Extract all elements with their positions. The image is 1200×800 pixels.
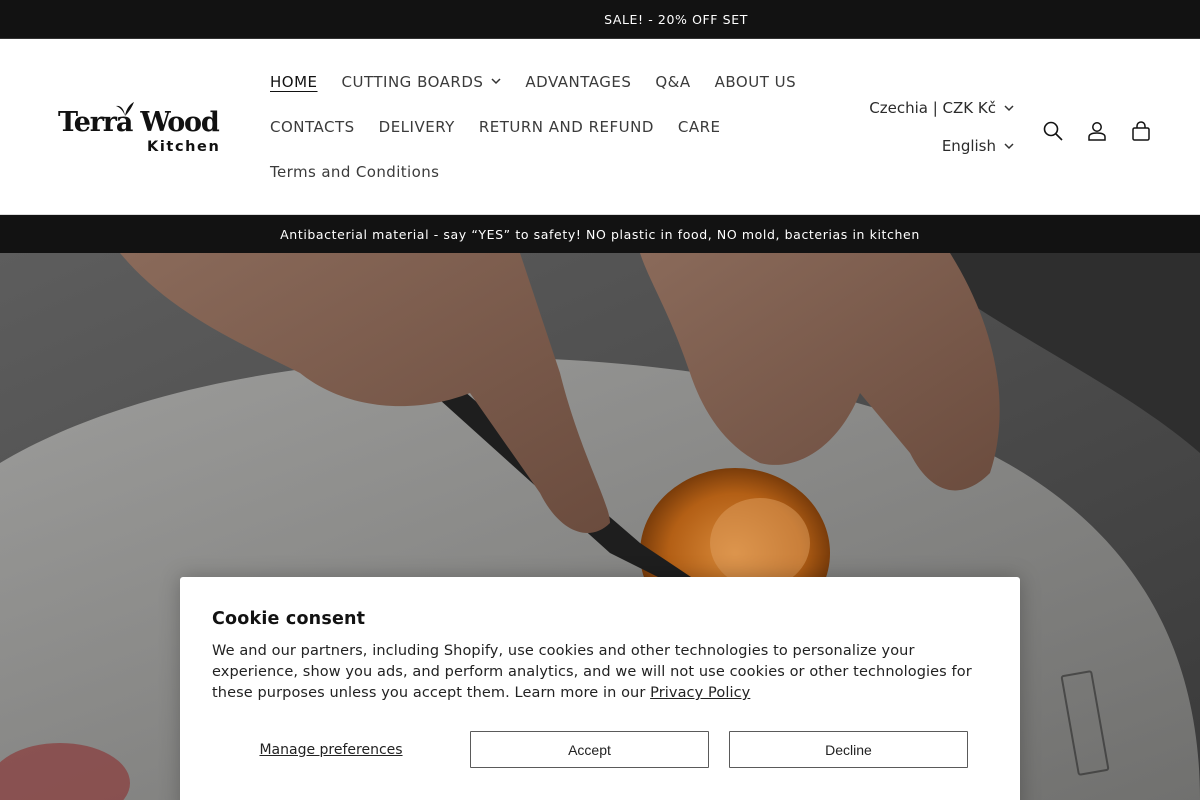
privacy-policy-link[interactable]: Privacy Policy (650, 685, 750, 701)
header-icons (1040, 121, 1154, 186)
main-navigation: HOME CUTTING BOARDS ADVANTAGES Q&A ABOUT… (258, 59, 796, 194)
logo-subtitle: Kitchen (147, 139, 221, 155)
logo-name: Terra Wood (58, 107, 220, 138)
nav-care[interactable]: CARE (666, 118, 733, 136)
decline-button[interactable]: Decline (729, 731, 968, 768)
nav-terms[interactable]: Terms and Conditions (258, 163, 451, 181)
nav-qa-label: Q&A (655, 72, 691, 91)
account-icon (1088, 122, 1106, 141)
nav-about-us[interactable]: ABOUT US (703, 73, 809, 91)
nav-advantages-label: ADVANTAGES (525, 72, 632, 91)
nav-contacts-label: CONTACTS (270, 117, 355, 136)
nav-delivery-label: DELIVERY (378, 117, 455, 136)
announcement-text: SALE! - 20% OFF SET (604, 11, 748, 27)
nav-about-us-label: ABOUT US (714, 72, 797, 91)
nav-row-3: Terms and Conditions (258, 149, 778, 194)
cookie-body: We and our partners, including Shopify, … (212, 643, 972, 701)
nav-home[interactable]: HOME (258, 73, 330, 91)
site-header: Terra Wood Kitchen HOME CUTTING BOARDS A… (0, 39, 1200, 214)
info-bar-text: Antibacterial material - say “YES” to sa… (280, 226, 920, 242)
cart-button[interactable] (1128, 109, 1154, 153)
nav-terms-label: Terms and Conditions (270, 162, 440, 181)
nav-home-label: HOME (270, 72, 318, 91)
site-logo[interactable]: Terra Wood Kitchen (58, 101, 220, 159)
nav-contacts[interactable]: CONTACTS (258, 118, 367, 136)
chevron-down-icon (491, 78, 501, 85)
country-selector[interactable]: Czechia | CZK Kč (869, 89, 1014, 127)
nav-return-refund-label: RETURN AND REFUND (478, 117, 654, 136)
announcement-bar: SALE! - 20% OFF SET (0, 0, 1200, 39)
nav-cutting-boards[interactable]: CUTTING BOARDS (330, 73, 514, 91)
chevron-down-icon (1004, 104, 1014, 112)
cookie-consent-dialog: Cookie consent We and our partners, incl… (180, 577, 1020, 800)
language-selector-label: English (941, 137, 996, 155)
cookie-actions: Manage preferences Accept Decline (212, 731, 988, 768)
search-icon (1043, 121, 1063, 141)
accept-button[interactable]: Accept (470, 731, 709, 768)
localization-selectors: Czechia | CZK Kč English (869, 89, 1014, 165)
language-selector[interactable]: English (869, 127, 1014, 165)
cookie-title: Cookie consent (212, 609, 366, 629)
chevron-down-icon (1004, 142, 1014, 150)
nav-advantages[interactable]: ADVANTAGES (513, 73, 643, 91)
search-button[interactable] (1040, 109, 1066, 153)
cart-icon (1132, 121, 1150, 141)
nav-delivery[interactable]: DELIVERY (367, 118, 467, 136)
cookie-text: We and our partners, including Shopify, … (212, 641, 992, 704)
nav-care-label: CARE (677, 117, 721, 136)
manage-preferences-link[interactable]: Manage preferences (212, 742, 450, 758)
nav-row-2: CONTACTS DELIVERY RETURN AND REFUND CARE (258, 104, 778, 149)
nav-cutting-boards-label: CUTTING BOARDS (341, 72, 484, 91)
nav-return-refund[interactable]: RETURN AND REFUND (467, 118, 666, 136)
country-selector-label: Czechia | CZK Kč (869, 99, 996, 117)
info-bar: Antibacterial material - say “YES” to sa… (0, 214, 1200, 253)
nav-qa[interactable]: Q&A (643, 73, 702, 91)
account-button[interactable] (1084, 109, 1110, 153)
nav-row-1: HOME CUTTING BOARDS ADVANTAGES Q&A ABOUT… (258, 59, 796, 104)
